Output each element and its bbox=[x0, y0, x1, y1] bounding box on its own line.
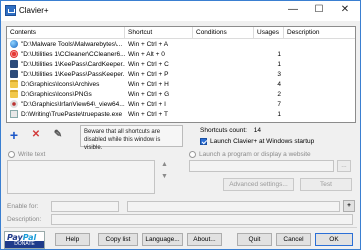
cell-description bbox=[284, 90, 355, 99]
cancel-button[interactable]: Cancel bbox=[276, 233, 311, 246]
cell-usages: 7 bbox=[277, 101, 281, 108]
cell-shortcut: Win + Ctrl + A bbox=[128, 41, 169, 48]
browse-button[interactable]: ... bbox=[337, 160, 351, 172]
cell-description bbox=[284, 100, 355, 109]
about-button[interactable]: About... bbox=[187, 233, 222, 246]
cell-usages: 3 bbox=[277, 71, 281, 78]
launch-program-label: Launch a program or display a website bbox=[199, 151, 311, 158]
cell-conditions bbox=[193, 50, 254, 59]
copy-list-button[interactable]: Copy list bbox=[98, 233, 138, 246]
column-header-conditions[interactable]: Conditions bbox=[193, 27, 254, 39]
cell-conditions bbox=[193, 40, 254, 49]
launch-at-startup-checkbox[interactable] bbox=[200, 138, 207, 145]
add-shortcut-button[interactable]: + bbox=[7, 128, 21, 142]
column-header-contents[interactable]: Contents bbox=[7, 27, 125, 39]
cell-conditions bbox=[193, 100, 254, 109]
cell-shortcut: Win + Ctrl + T bbox=[128, 111, 168, 118]
shortcuts-table[interactable]: Contents Shortcut Conditions Usages Desc… bbox=[6, 26, 356, 123]
cell-contents: "D:\Graphics\IrfanView64\_view64... bbox=[21, 101, 125, 108]
column-header-shortcut[interactable]: Shortcut bbox=[125, 27, 193, 39]
shortcuts-count-label: Shortcuts count: bbox=[200, 127, 247, 134]
shortcuts-count-value: 14 bbox=[253, 127, 262, 134]
table-row[interactable]: D:\Graphics\Icons\PNGs Win + Ctrl + G 2 bbox=[7, 90, 355, 99]
table-row[interactable]: "D:\Malware Tools\Malwarebytes\... Win + … bbox=[7, 40, 355, 49]
minimize-button[interactable]: — bbox=[280, 1, 306, 21]
cell-contents: "D:\Malware Tools\Malwarebytes\... bbox=[21, 41, 123, 48]
cell-shortcut: Win + Ctrl + P bbox=[128, 71, 169, 78]
quit-button[interactable]: Quit bbox=[237, 233, 272, 246]
description-input[interactable] bbox=[51, 214, 353, 225]
cell-conditions bbox=[193, 80, 254, 89]
launch-program-radio[interactable] bbox=[189, 151, 196, 158]
paypal-donate-button[interactable]: PayPal DONATE bbox=[4, 231, 45, 249]
write-text-radio[interactable] bbox=[8, 151, 15, 158]
cell-description bbox=[284, 110, 355, 119]
edit-shortcut-button[interactable]: ✎ bbox=[51, 128, 65, 142]
cell-shortcut: Win + Ctrl + C bbox=[128, 61, 169, 68]
table-row[interactable]: "D:\Graphics\IrfanView64\_view64... Win +… bbox=[7, 100, 355, 109]
enable-for-select[interactable] bbox=[51, 201, 119, 212]
help-button[interactable]: Help bbox=[55, 233, 90, 246]
cell-conditions bbox=[193, 70, 254, 79]
cell-usages: 4 bbox=[277, 81, 281, 88]
footer-divider bbox=[4, 227, 357, 228]
cell-conditions bbox=[193, 60, 254, 69]
column-header-usages[interactable]: Usages bbox=[254, 27, 284, 39]
test-button[interactable]: Test bbox=[300, 178, 352, 191]
title-bar: Clavier+ — ☐ ✕ bbox=[1, 1, 360, 21]
table-header: Contents Shortcut Conditions Usages Desc… bbox=[7, 27, 355, 39]
shortcuts-count: Shortcuts count: 14 bbox=[200, 127, 261, 134]
cell-conditions bbox=[193, 110, 254, 119]
enable-for-program-input[interactable] bbox=[127, 201, 340, 212]
enable-for-label: Enable for: bbox=[7, 203, 39, 210]
table-row[interactable]: D:\Graphics\Icons\Archives Win + Ctrl + H… bbox=[7, 80, 355, 89]
window-title: Clavier+ bbox=[19, 6, 49, 15]
delete-shortcut-button[interactable]: ✕ bbox=[29, 128, 43, 142]
write-text-area[interactable] bbox=[7, 160, 155, 194]
table-row[interactable]: "D:\Utilities 1\KeePass\CardKeeper... Win… bbox=[7, 60, 355, 69]
cell-contents: D:\Graphics\Icons\Archives bbox=[21, 81, 100, 88]
table-row[interactable]: "D:\Utilities 1\KeePass\PassKeeper... Win… bbox=[7, 70, 355, 79]
program-path-input[interactable] bbox=[189, 160, 334, 172]
add-condition-button[interactable]: + bbox=[343, 200, 355, 212]
scroll-down-icon[interactable]: ▼ bbox=[161, 173, 168, 180]
close-button[interactable]: ✕ bbox=[332, 1, 358, 21]
table-row[interactable]: D:\Writing\TruePaste\truepaste.exe Win + … bbox=[7, 110, 355, 119]
cell-shortcut: Win + Ctrl + I bbox=[128, 101, 166, 108]
table-row[interactable]: "D:\Utilities 1\CCleaner\CCleaner6... Win… bbox=[7, 50, 355, 59]
cell-shortcut: Win + Alt + 0 bbox=[128, 51, 165, 58]
write-text-label: Write text bbox=[18, 151, 46, 158]
cell-usages: 1 bbox=[277, 111, 281, 118]
maximize-button[interactable]: ☐ bbox=[306, 1, 332, 21]
cell-contents: "D:\Utilities 1\CCleaner\CCleaner6... bbox=[21, 51, 125, 58]
cell-conditions bbox=[193, 90, 254, 99]
column-header-description[interactable]: Description bbox=[284, 27, 355, 39]
cell-usages: 2 bbox=[277, 91, 281, 98]
launch-at-startup-label: Launch Clavier+ at Windows startup bbox=[210, 138, 315, 145]
scroll-up-icon[interactable]: ▲ bbox=[161, 161, 168, 168]
cell-contents: D:\Graphics\Icons\PNGs bbox=[21, 91, 92, 98]
cell-contents: "D:\Utilities 1\KeePass\CardKeeper... bbox=[21, 61, 125, 68]
cell-usages: 1 bbox=[277, 61, 281, 68]
language-button[interactable]: Language... bbox=[142, 233, 183, 246]
cell-contents: "D:\Utilities 1\KeePass\PassKeeper... bbox=[21, 71, 125, 78]
cell-description bbox=[284, 60, 355, 69]
warning-message: Beware that all shortcuts are disabled w… bbox=[80, 125, 183, 151]
ok-button[interactable]: OK bbox=[315, 233, 353, 246]
cell-description bbox=[284, 50, 355, 59]
paypal-donate-label: DONATE bbox=[5, 241, 44, 248]
advanced-settings-button[interactable]: Advanced settings... bbox=[223, 178, 294, 191]
cell-shortcut: Win + Ctrl + G bbox=[128, 91, 170, 98]
cell-description bbox=[284, 70, 355, 79]
cell-shortcut: Win + Ctrl + H bbox=[128, 81, 169, 88]
cell-description bbox=[284, 40, 355, 49]
cell-usages bbox=[254, 40, 284, 49]
app-icon bbox=[5, 5, 16, 16]
cell-usages: 1 bbox=[277, 51, 281, 58]
cell-contents: D:\Writing\TruePaste\truepaste.exe bbox=[21, 111, 123, 118]
app-window: Clavier+ — ☐ ✕ Contents Shortcut Conditi… bbox=[0, 0, 361, 250]
description-label: Description: bbox=[7, 216, 42, 223]
cell-description bbox=[284, 80, 355, 89]
